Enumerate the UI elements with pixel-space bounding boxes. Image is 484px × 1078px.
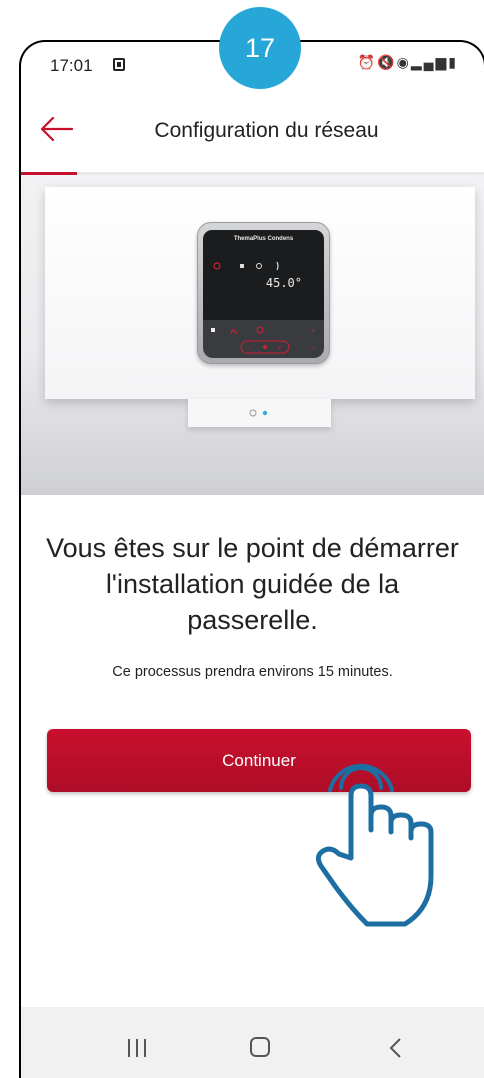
panel-screen: ThemaPlus Condens 45.0° — [203, 230, 324, 320]
page-title: Configuration du réseau — [154, 119, 379, 142]
battery-icon: ▮ — [448, 54, 458, 70]
notification-icon — [113, 58, 125, 71]
phone-screen: 17:01 ⏰🔇◉▂▄▆▮ Configuration du réseau Th… — [19, 40, 484, 1078]
panel-buttons: + − ← ✓ — [203, 320, 324, 358]
continue-button-label: Continuer — [222, 750, 296, 770]
home-icon[interactable] — [250, 1037, 270, 1057]
device-illustration: ThemaPlus Condens 45.0° + − ← ✓ — [21, 175, 484, 495]
wifi-icon: ◉ — [396, 54, 411, 70]
control-panel: ThemaPlus Condens 45.0° + − ← ✓ — [197, 222, 330, 364]
intro-text: Vous êtes sur le point de démarrer l'ins… — [46, 533, 459, 635]
svg-text:−: − — [311, 343, 316, 352]
heater-base — [188, 399, 331, 427]
signal-icon: ▂▄▆ — [410, 54, 449, 70]
back-icon[interactable] — [386, 1036, 406, 1060]
device-brand: ThemaPlus Condens — [233, 236, 294, 242]
svg-text:+: + — [311, 326, 316, 335]
status-time: 17:01 — [50, 56, 93, 75]
indicator-dots — [249, 409, 268, 417]
svg-text:✓: ✓ — [277, 345, 283, 352]
panel-button-icons: + − ← ✓ — [211, 326, 316, 354]
mute-icon: 🔇 — [377, 54, 397, 70]
display-temperature: 45.0° — [265, 276, 302, 290]
duration-note: Ce processus prendra environs 15 minutes… — [112, 664, 393, 680]
status-icons: ⏰🔇◉▂▄▆▮ — [358, 54, 458, 71]
recent-apps-icon[interactable] — [123, 1037, 151, 1059]
app-bar: Configuration du réseau — [21, 90, 484, 170]
alarm-icon: ⏰ — [357, 54, 378, 70]
panel-status-icons — [213, 261, 279, 271]
system-nav-bar — [21, 1007, 484, 1078]
tap-hand-icon — [315, 763, 434, 927]
water-heater-body: ThemaPlus Condens 45.0° + − ← ✓ — [45, 187, 475, 399]
step-number-badge: 17 — [219, 7, 301, 89]
svg-text:←: ← — [246, 345, 253, 352]
